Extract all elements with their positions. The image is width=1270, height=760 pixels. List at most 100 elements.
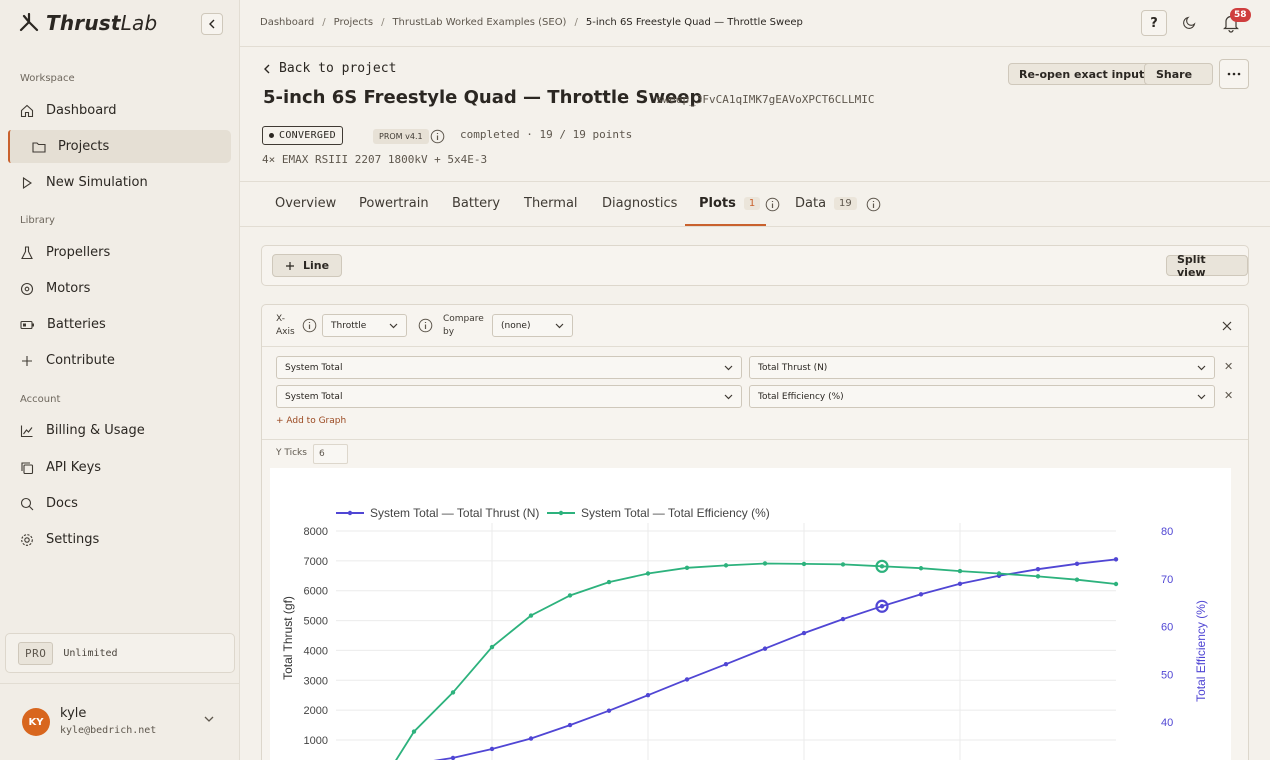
- series-point-0[interactable]: [879, 604, 885, 609]
- series-point-0[interactable]: [684, 677, 690, 682]
- series-point-0[interactable]: [840, 616, 846, 622]
- help-button[interactable]: ?: [1141, 10, 1167, 36]
- breadcrumb-current: 5-inch 6S Freestyle Quad — Throttle Swee…: [585, 17, 803, 28]
- series-point-0[interactable]: [1113, 557, 1119, 562]
- legend-label-1[interactable]: System Total — Total Efficiency (%): [581, 506, 770, 520]
- tab-diagnostics[interactable]: Diagnostics: [602, 196, 677, 211]
- tab-thermal[interactable]: Thermal: [524, 196, 578, 211]
- x-axis-select[interactable]: Throttle: [322, 314, 407, 337]
- series-point-1[interactable]: [957, 568, 963, 574]
- series-point-1[interactable]: [567, 593, 573, 598]
- series-point-1[interactable]: [450, 690, 456, 695]
- breadcrumb-projects[interactable]: Projects: [334, 17, 373, 28]
- series-point-1[interactable]: [762, 561, 768, 566]
- tab-bar: Overview Powertrain Battery Thermal Diag…: [240, 181, 1270, 227]
- series-source-select[interactable]: System Total: [276, 385, 742, 408]
- sidebar-item-api-keys[interactable]: API Keys: [8, 451, 231, 484]
- sidebar-item-batteries[interactable]: Batteries: [8, 308, 231, 341]
- series-point-1[interactable]: [411, 729, 417, 734]
- series-point-0[interactable]: [723, 661, 729, 667]
- tab-battery[interactable]: Battery: [452, 196, 500, 211]
- add-line-button[interactable]: Line: [272, 254, 343, 277]
- collapse-sidebar-button[interactable]: [201, 13, 223, 35]
- series-point-0[interactable]: [762, 646, 768, 651]
- remove-series-icon[interactable]: ✕: [1224, 389, 1233, 402]
- sidebar-item-propellers[interactable]: Propellers: [8, 236, 231, 269]
- reopen-inputs-button[interactable]: Re-open exact inputs: [1008, 63, 1162, 85]
- series-point-1[interactable]: [801, 561, 807, 567]
- more-options-button[interactable]: [1219, 59, 1249, 89]
- sidebar-item-projects[interactable]: Projects: [8, 130, 231, 163]
- breadcrumb-project[interactable]: ThrustLab Worked Examples (SEO): [392, 17, 566, 28]
- series-point-1[interactable]: [723, 563, 729, 568]
- info-icon[interactable]: [866, 197, 881, 212]
- app-logo[interactable]: ThrustLab: [18, 11, 157, 35]
- tab-data[interactable]: Data 19: [795, 196, 857, 211]
- series-point-0[interactable]: [567, 722, 573, 728]
- series-point-1[interactable]: [840, 562, 846, 567]
- series-point-0[interactable]: [918, 592, 924, 597]
- sidebar-item-docs[interactable]: Docs: [8, 487, 231, 520]
- info-icon[interactable]: [430, 129, 445, 144]
- series-point-1[interactable]: [606, 579, 612, 585]
- info-icon[interactable]: [765, 197, 780, 212]
- series-point-0[interactable]: [1074, 561, 1080, 567]
- series-point-0[interactable]: [606, 708, 612, 713]
- series-point-0[interactable]: [489, 746, 495, 752]
- series-point-1[interactable]: [1113, 581, 1119, 587]
- remove-series-icon[interactable]: ✕: [1224, 360, 1233, 373]
- back-to-project-link[interactable]: Back to project: [263, 61, 396, 76]
- series-point-0[interactable]: [957, 581, 963, 587]
- series-line-0[interactable]: [375, 558, 1117, 760]
- info-icon[interactable]: [302, 318, 317, 333]
- series-point-0[interactable]: [528, 736, 534, 741]
- tab-powertrain[interactable]: Powertrain: [359, 196, 429, 211]
- compare-by-select[interactable]: (none): [492, 314, 573, 337]
- series-point-1[interactable]: [684, 565, 690, 570]
- series-point-1[interactable]: [879, 564, 885, 569]
- split-view-button[interactable]: Split view: [1166, 253, 1248, 279]
- share-button[interactable]: Share: [1144, 63, 1213, 85]
- series-line-1[interactable]: [375, 562, 1117, 760]
- sidebar-item-contribute[interactable]: Contribute: [8, 344, 231, 377]
- series-point-0[interactable]: [645, 693, 651, 698]
- tab-label: Thermal: [524, 196, 578, 211]
- series-point-0[interactable]: [801, 630, 807, 636]
- series-point-1[interactable]: [489, 644, 495, 650]
- moon-icon[interactable]: [1182, 14, 1198, 30]
- sidebar-item-motors[interactable]: Motors: [8, 272, 231, 305]
- sidebar-item-new-simulation[interactable]: New Simulation: [8, 166, 231, 199]
- y-right-tick-label: 60: [1161, 622, 1173, 634]
- series-point-1[interactable]: [918, 566, 924, 571]
- tab-overview[interactable]: Overview: [275, 196, 336, 211]
- series-point-0[interactable]: [450, 755, 456, 760]
- ellipsis-icon: [1227, 72, 1241, 76]
- info-icon[interactable]: [418, 318, 433, 333]
- legend-label-0[interactable]: System Total — Total Thrust (N): [370, 506, 539, 520]
- sidebar-item-dashboard[interactable]: Dashboard: [8, 94, 231, 127]
- sidebar-item-settings[interactable]: Settings: [8, 523, 231, 556]
- series-metric-select[interactable]: Total Efficiency (%): [749, 385, 1215, 408]
- series-point-1[interactable]: [528, 613, 534, 618]
- share-label: Share: [1156, 67, 1193, 81]
- user-email: kyle@bedrich.net: [60, 725, 157, 736]
- sidebar-item-billing[interactable]: Billing & Usage: [8, 414, 231, 447]
- series-point-1[interactable]: [996, 571, 1002, 576]
- series-point-0[interactable]: [1035, 567, 1041, 572]
- close-icon[interactable]: [1222, 321, 1232, 331]
- y-ticks-input[interactable]: 6: [313, 444, 348, 464]
- series-point-1[interactable]: [1035, 574, 1041, 579]
- line-chart[interactable]: 1000 2000 3000 4000 5000 6000 7000 8000 40 50 60 70…: [270, 468, 1231, 760]
- series-point-1[interactable]: [1074, 577, 1080, 582]
- sidebar-item-label: API Keys: [46, 460, 102, 475]
- series-source-select[interactable]: System Total: [276, 356, 742, 379]
- series-point-1[interactable]: [645, 571, 651, 576]
- add-to-graph-link[interactable]: + Add to Graph: [276, 416, 346, 426]
- breadcrumb-dashboard[interactable]: Dashboard: [260, 17, 314, 28]
- sidebar-item-label: Projects: [58, 139, 110, 154]
- section-workspace: Workspace: [20, 73, 75, 84]
- series-metric-select[interactable]: Total Thrust (N): [749, 356, 1215, 379]
- user-menu[interactable]: KY kyle kyle@bedrich.net: [0, 683, 239, 760]
- tab-plots[interactable]: Plots 1: [699, 196, 761, 211]
- y-left-tick-label: 7000: [304, 556, 328, 568]
